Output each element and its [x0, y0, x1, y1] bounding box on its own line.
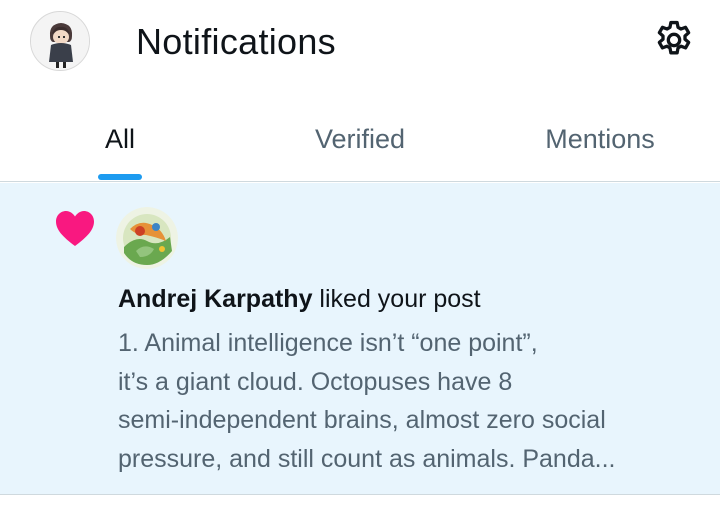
post-preview[interactable]: 1. Animal intelligence isn’t “one point”… [118, 324, 698, 478]
gear-icon[interactable] [652, 18, 696, 62]
post-preview-line: semi-independent brains, almost zero soc… [118, 406, 606, 434]
post-preview-line: pressure, and still count as animals. Pa… [118, 444, 616, 473]
liker-name[interactable]: Andrej Karpathy [118, 285, 312, 313]
active-tab-indicator [98, 174, 142, 180]
profile-avatar-icon[interactable] [30, 11, 90, 71]
page-title: Notifications [136, 21, 336, 62]
notification-action: liked your post [312, 285, 481, 313]
notification-tabs: All Verified Mentions [0, 100, 720, 182]
liker-avatar[interactable] [116, 207, 178, 269]
next-notification-edge [0, 496, 720, 508]
tab-mentions[interactable]: Mentions [500, 100, 700, 182]
post-preview-line: 1. Animal intelligence isn’t “one point”… [118, 329, 538, 357]
notification-item[interactable]: Andrej Karpathy liked your post 1. Anima… [0, 183, 720, 495]
top-header: Notifications [0, 0, 720, 88]
post-preview-line: it’s a giant cloud. Octopuses have 8 [118, 367, 513, 396]
heart-icon [54, 209, 96, 249]
tab-all[interactable]: All [60, 100, 180, 182]
tab-verified[interactable]: Verified [260, 100, 460, 182]
notification-headline: Andrej Karpathy liked your post [118, 283, 481, 315]
